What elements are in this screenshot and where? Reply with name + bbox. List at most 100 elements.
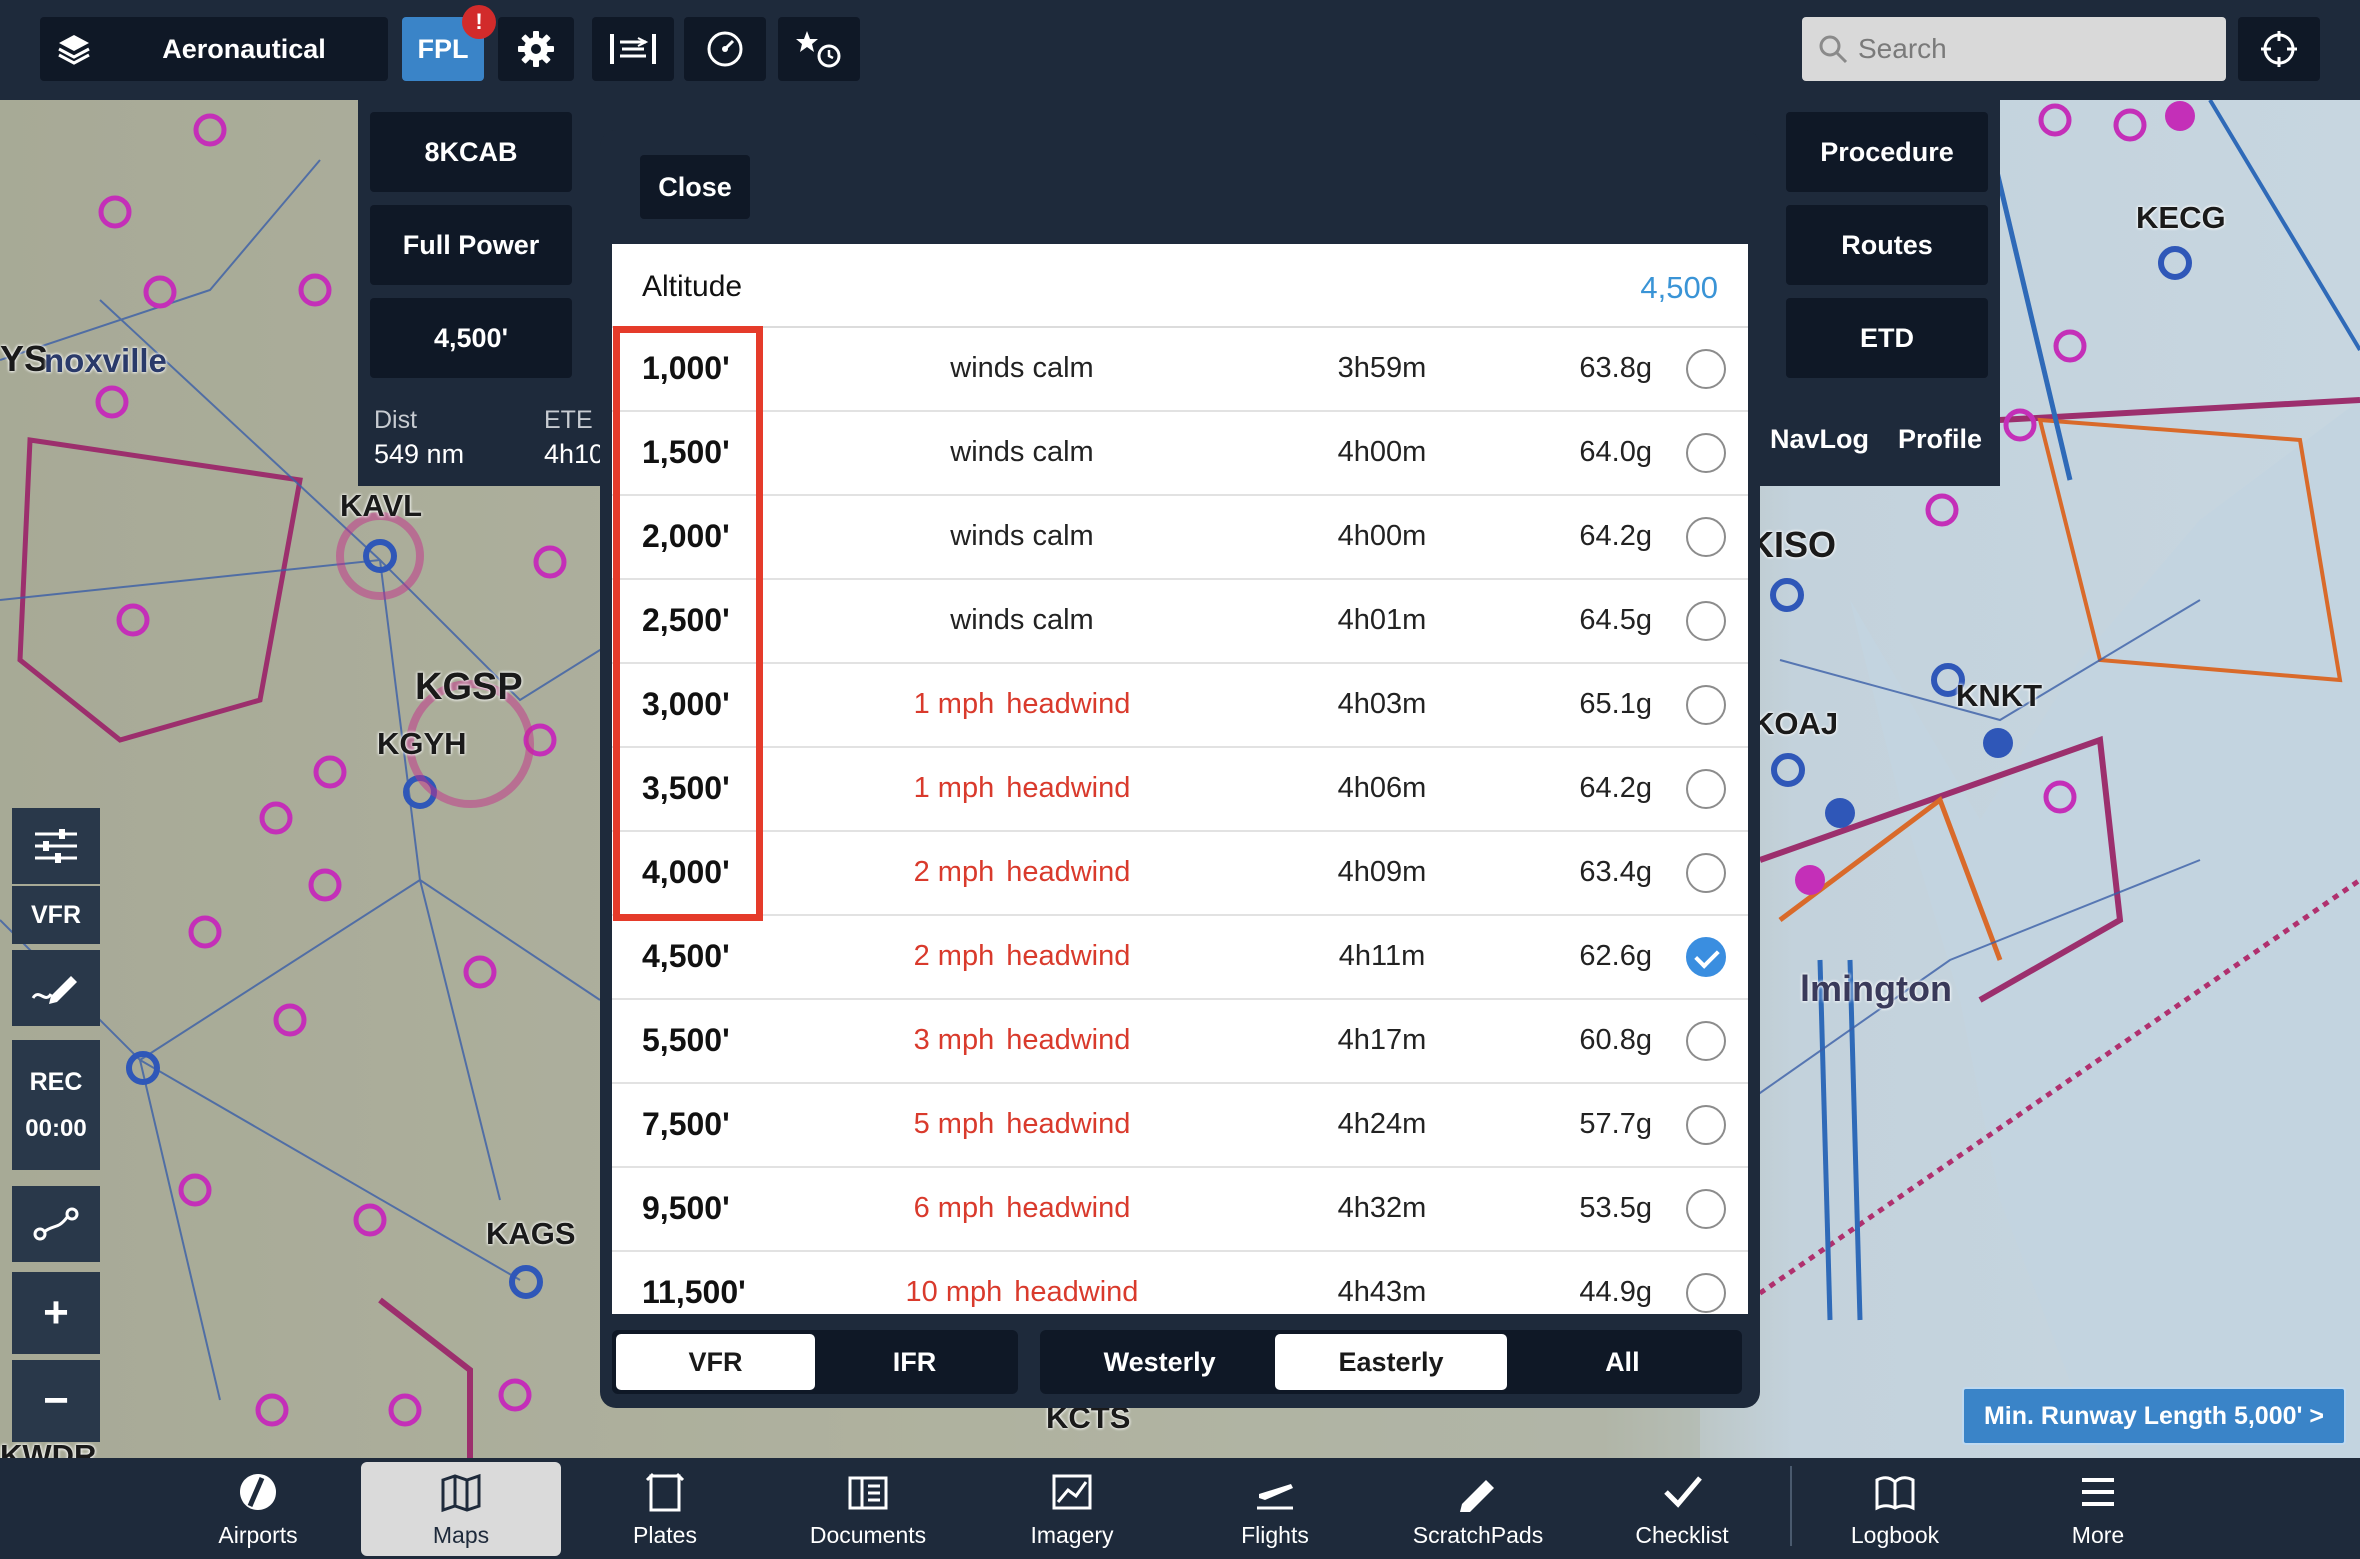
altitude-option-value: 7,500' xyxy=(642,1106,730,1142)
rec-label: REC xyxy=(29,1067,83,1096)
wind-component: headwind xyxy=(1014,1276,1139,1308)
altitude-row[interactable]: 4,000' 2 mph headwind 4h09m 63.4g xyxy=(612,832,1748,916)
altitude-row[interactable]: 2,500' winds calm 4h01m 64.5g xyxy=(612,580,1748,664)
search-box[interactable] xyxy=(1802,17,2226,81)
recents-button[interactable] xyxy=(778,17,860,81)
segment-vfr[interactable]: VFR xyxy=(616,1334,815,1390)
radio-button[interactable] xyxy=(1686,601,1726,641)
map-layer-selector[interactable]: Aeronautical xyxy=(40,17,388,81)
tab-more[interactable]: More xyxy=(1998,1462,2198,1556)
ete-value: 4h00m xyxy=(1337,520,1427,552)
radio-button[interactable] xyxy=(1686,769,1726,809)
wind-layer-button[interactable] xyxy=(592,17,674,81)
map-label-kgyh[interactable]: KGYH xyxy=(377,726,467,762)
radio-button[interactable] xyxy=(1686,1273,1726,1313)
track-record-button[interactable]: REC 00:00 xyxy=(12,1040,100,1170)
fuel-burn-value: 64.2g xyxy=(1579,772,1652,804)
segment-easterly[interactable]: Easterly xyxy=(1275,1334,1507,1390)
fuel-burn-value: 57.7g xyxy=(1579,1108,1652,1140)
map-label-kgsp[interactable]: KGSP xyxy=(415,666,523,709)
gauge-icon xyxy=(707,31,743,67)
tab-maps[interactable]: Maps xyxy=(361,1462,561,1556)
radio-button[interactable] xyxy=(1686,853,1726,893)
flight-rules-segmented-control[interactable]: VFR IFR xyxy=(612,1330,1018,1394)
instruments-button[interactable] xyxy=(684,17,766,81)
map-label-kiso[interactable]: KISO xyxy=(1748,524,1836,566)
locate-button[interactable] xyxy=(2238,17,2320,81)
radio-button[interactable] xyxy=(1686,349,1726,389)
fuel-burn-value: 44.9g xyxy=(1579,1276,1652,1308)
route-icon xyxy=(33,1207,79,1241)
map-label-kecg[interactable]: KECG xyxy=(2136,200,2226,236)
altitude-value: 4,500 xyxy=(1640,270,1718,305)
map-label-kags[interactable]: KAGS xyxy=(486,1216,576,1252)
altitude-row[interactable]: 2,000' winds calm 4h00m 64.2g xyxy=(612,496,1748,580)
radio-button[interactable] xyxy=(1686,1105,1726,1145)
vfr-chart-toggle[interactable]: VFR xyxy=(12,886,100,944)
tab-plates[interactable]: Plates xyxy=(565,1462,765,1556)
altitude-option-value: 2,000' xyxy=(642,518,730,554)
segment-westerly[interactable]: Westerly xyxy=(1044,1334,1275,1390)
min-runway-length-button[interactable]: Min. Runway Length 5,000' > xyxy=(1962,1387,2346,1445)
search-input[interactable] xyxy=(1858,33,2218,65)
wind-component: headwind xyxy=(1006,1108,1131,1140)
altitude-option-value: 3,000' xyxy=(642,686,730,722)
radio-button[interactable] xyxy=(1686,517,1726,557)
performance-button[interactable]: Full Power xyxy=(370,205,572,285)
ete-value: 4h09m xyxy=(1337,856,1427,888)
aircraft-button[interactable]: 8KCAB xyxy=(370,112,572,192)
route-tool-button[interactable] xyxy=(12,1186,100,1262)
altitude-row[interactable]: 9,500' 6 mph headwind 4h32m 53.5g xyxy=(612,1168,1748,1252)
map-label-koaj[interactable]: KOAJ xyxy=(1752,706,1838,742)
procedure-button[interactable]: Procedure xyxy=(1786,112,1988,192)
close-button[interactable]: Close xyxy=(640,155,750,219)
plates-icon xyxy=(645,1472,685,1512)
wind-speed: 2 mph xyxy=(913,940,995,972)
fuel-burn-value: 64.2g xyxy=(1579,520,1652,552)
tab-airports[interactable]: Airports xyxy=(158,1462,358,1556)
direction-segmented-control[interactable]: Westerly Easterly All xyxy=(1040,1330,1742,1394)
distance-stat: Dist 549 nm xyxy=(374,406,464,470)
map-label-kavl[interactable]: KAVL xyxy=(340,488,422,524)
radio-button[interactable] xyxy=(1686,685,1726,725)
checklist-icon xyxy=(1664,1476,1702,1508)
radio-button[interactable] xyxy=(1686,433,1726,473)
tab-scratchpads[interactable]: ScratchPads xyxy=(1378,1462,1578,1556)
altitude-list[interactable]: Altitude 4,500 1,000' winds calm 3h59m 63.8… xyxy=(612,244,1748,1314)
radio-button[interactable] xyxy=(1686,1021,1726,1061)
altitude-button[interactable]: 4,500' xyxy=(370,298,572,378)
wind-speed: 6 mph xyxy=(913,1192,995,1224)
routes-button[interactable]: Routes xyxy=(1786,205,1988,285)
altitude-row[interactable]: 1,500' winds calm 4h00m 64.0g xyxy=(612,412,1748,496)
altitude-row[interactable]: 7,500' 5 mph headwind 4h24m 57.7g xyxy=(612,1084,1748,1168)
distance-label: Dist xyxy=(374,406,418,434)
segment-all[interactable]: All xyxy=(1507,1334,1738,1390)
altitude-row[interactable]: 1,000' winds calm 3h59m 63.8g xyxy=(612,328,1748,412)
map-label-knkt[interactable]: KNKT xyxy=(1956,678,2042,714)
tab-logbook[interactable]: Logbook xyxy=(1795,1462,1995,1556)
tab-label: Checklist xyxy=(1635,1522,1729,1548)
wind-component: headwind xyxy=(1006,772,1131,804)
settings-button[interactable] xyxy=(498,17,574,81)
altitude-row[interactable]: 3,000' 1 mph headwind 4h03m 65.1g xyxy=(612,664,1748,748)
altitude-row[interactable]: 4,500' 2 mph headwind 4h11m 62.6g xyxy=(612,916,1748,1000)
tab-flights[interactable]: Flights xyxy=(1175,1462,1375,1556)
tab-navlog[interactable]: NavLog xyxy=(1770,424,1869,455)
altitude-option-value: 2,500' xyxy=(642,602,730,638)
tab-profile[interactable]: Profile xyxy=(1898,424,1982,455)
altitude-row[interactable]: 11,500' 10 mph headwind 4h43m 44.9g xyxy=(612,1252,1748,1314)
draw-button[interactable] xyxy=(12,950,100,1026)
zoom-in-button[interactable]: + xyxy=(12,1272,100,1354)
altitude-row[interactable]: 3,500' 1 mph headwind 4h06m 64.2g xyxy=(612,748,1748,832)
zoom-out-button[interactable]: − xyxy=(12,1360,100,1442)
segment-ifr[interactable]: IFR xyxy=(815,1334,1014,1390)
tab-documents[interactable]: Documents xyxy=(768,1462,968,1556)
tab-imagery[interactable]: Imagery xyxy=(972,1462,1172,1556)
selected-check-icon[interactable] xyxy=(1686,937,1726,977)
altitude-row[interactable]: 5,500' 3 mph headwind 4h17m 60.8g xyxy=(612,1000,1748,1084)
radio-button[interactable] xyxy=(1686,1189,1726,1229)
etd-button[interactable]: ETD xyxy=(1786,298,1988,378)
wind-speed: 3 mph xyxy=(913,1024,995,1056)
tab-checklist[interactable]: Checklist xyxy=(1582,1462,1782,1556)
map-settings-button[interactable] xyxy=(12,808,100,884)
